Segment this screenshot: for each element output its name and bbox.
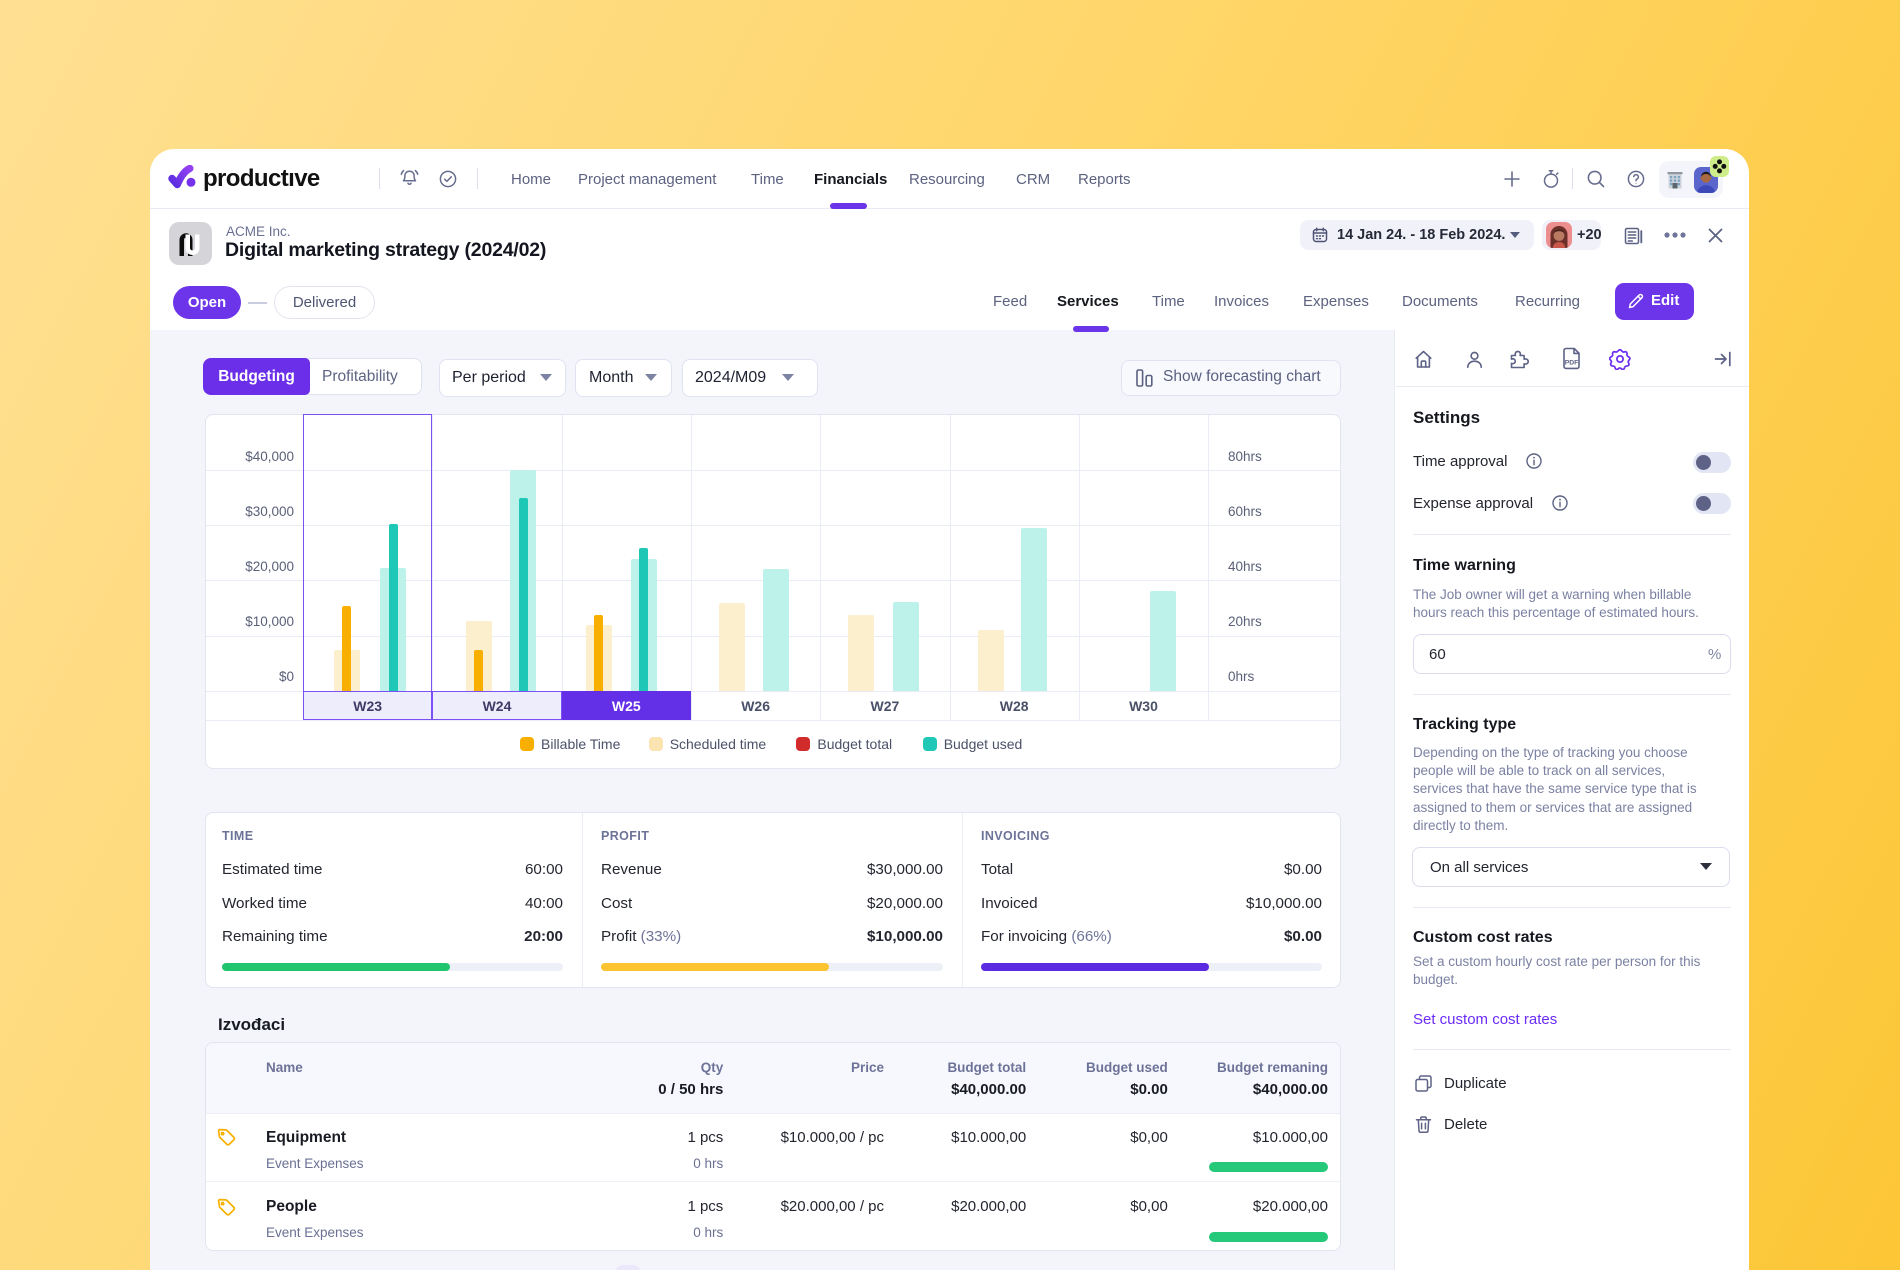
svg-text:PDF: PDF xyxy=(1565,360,1579,367)
